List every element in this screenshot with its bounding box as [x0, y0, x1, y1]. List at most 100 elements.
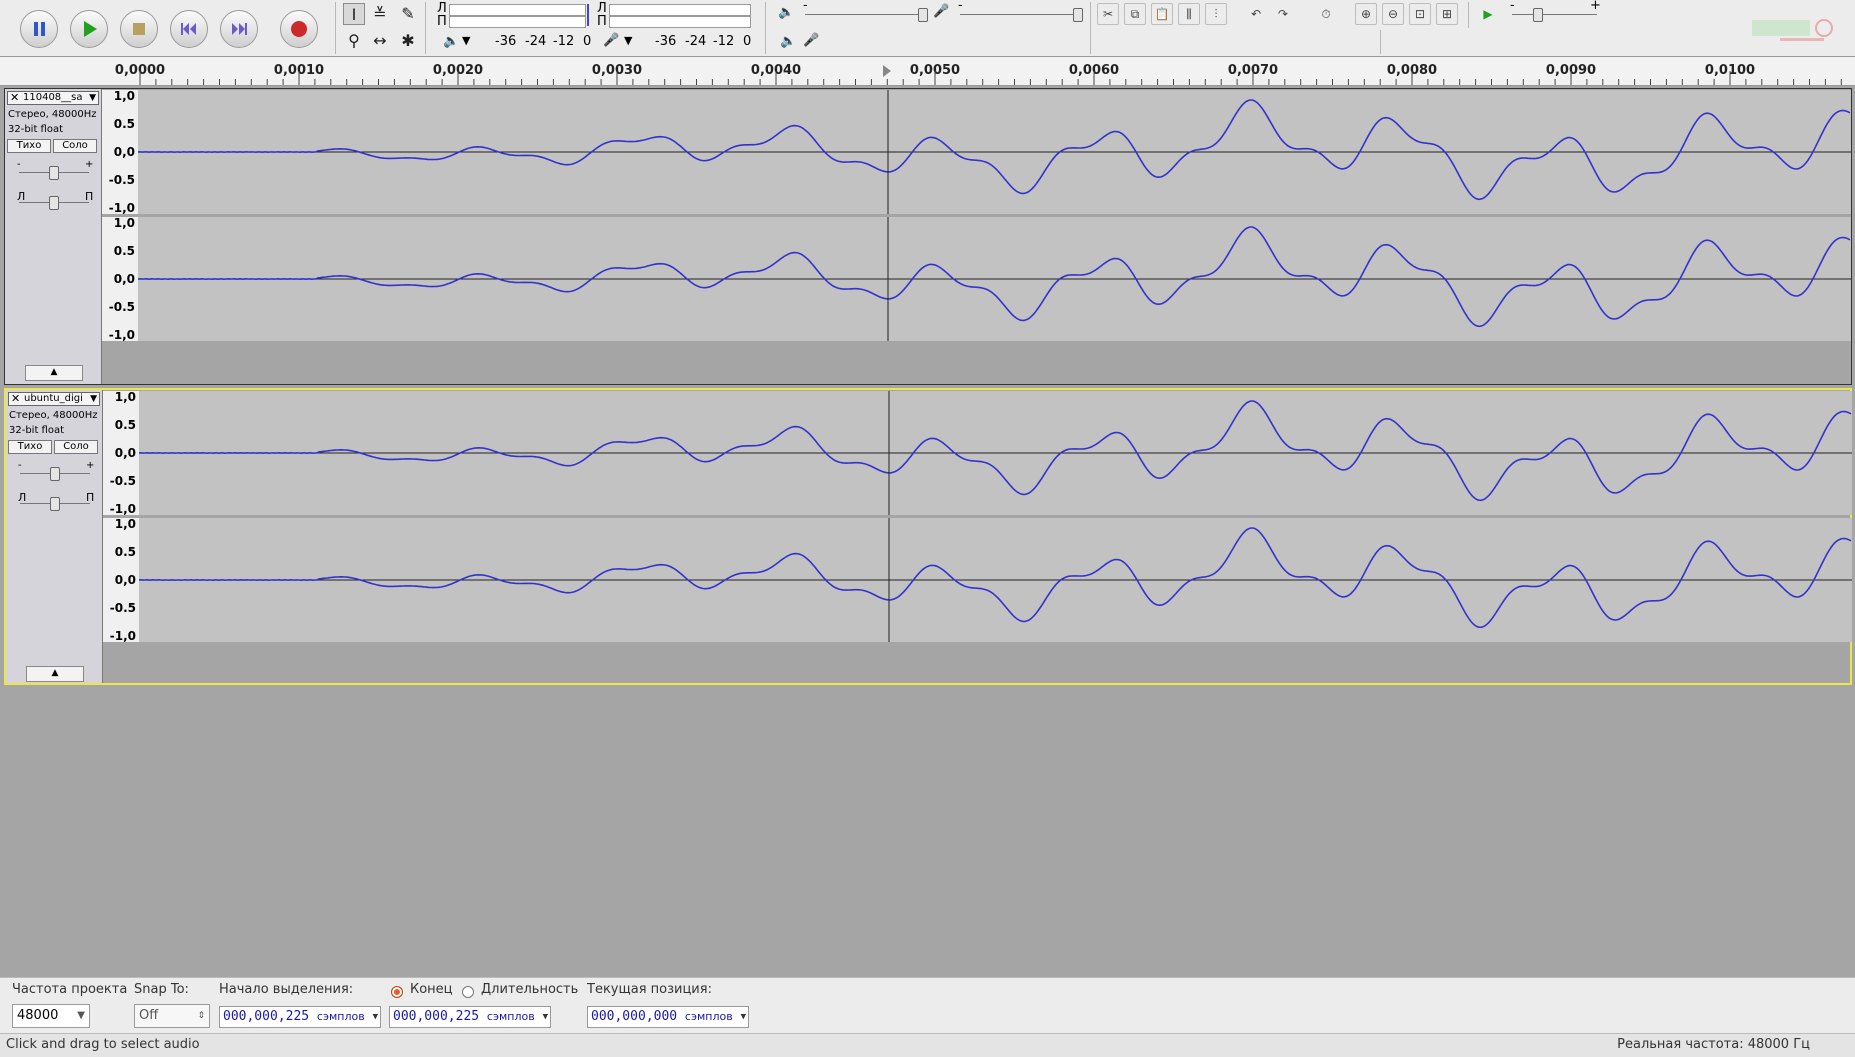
meter-bar-left	[449, 4, 586, 16]
zoom-in-button[interactable]: ⊕	[1355, 3, 1377, 25]
vertical-scale-label: -1,0	[108, 201, 135, 215]
logo-icon	[1752, 19, 1833, 41]
length-radio[interactable]	[462, 986, 474, 998]
pause-icon	[34, 22, 45, 36]
snap-to-label: Snap To:	[134, 982, 189, 997]
waveform-canvas[interactable]	[138, 217, 1851, 341]
vertical-scale[interactable]: 1,0 0.5 0,0 -0.5 -1,0	[103, 517, 139, 643]
track-name-menu[interactable]: ✕ ubuntu_digi ▼	[8, 392, 100, 406]
vertical-scale[interactable]: 1,0 0.5 0,0 -0.5 -1,0	[103, 390, 139, 516]
pan-slider[interactable]	[50, 497, 60, 511]
redo-button[interactable]: ↷	[1272, 3, 1294, 25]
stop-icon	[133, 23, 145, 35]
play-speed-slider[interactable]	[1533, 8, 1543, 22]
paste-icon: 📋	[1154, 7, 1170, 21]
meter-bar-left	[609, 4, 751, 16]
silence-button[interactable]: ⫶	[1205, 3, 1227, 25]
cut-button[interactable]: ✂	[1097, 3, 1119, 25]
close-icon[interactable]: ✕	[11, 393, 20, 405]
record-button[interactable]	[280, 10, 318, 48]
play-button[interactable]	[70, 10, 108, 48]
meter-tick: 0	[583, 34, 592, 49]
pause-button[interactable]	[20, 10, 58, 48]
selection-start-field[interactable]: 000,000,225 сэмплов ▼	[219, 1006, 381, 1028]
playback-meter[interactable]: Л П	[435, 1, 590, 29]
playback-volume-slider[interactable]	[918, 8, 928, 22]
chevron-down-icon[interactable]: ▼	[624, 34, 632, 47]
pan-slider[interactable]	[49, 196, 59, 210]
multi-tool[interactable]: ✱	[397, 30, 419, 52]
trim-button[interactable]: ⫼	[1178, 3, 1200, 25]
gain-slider[interactable]	[50, 467, 60, 481]
vertical-scale-label: 0,0	[113, 272, 135, 286]
close-icon[interactable]: ✕	[10, 92, 19, 104]
record-meter[interactable]: Л П	[595, 1, 755, 29]
track-name-menu[interactable]: ✕ 110408__sa ▼	[7, 91, 99, 105]
collapse-button[interactable]: ▲	[26, 666, 84, 682]
gain-slider[interactable]	[49, 166, 59, 180]
mute-button[interactable]: Тихо	[8, 440, 52, 454]
mute-button[interactable]: Тихо	[7, 139, 51, 153]
skip-end-button[interactable]	[220, 10, 258, 48]
meter-right-label: П	[437, 14, 447, 29]
waveform-canvas[interactable]	[139, 518, 1852, 642]
draw-tool[interactable]: ✎	[397, 3, 419, 25]
audio-track-selected[interactable]: ✕ ubuntu_digi ▼ Стерео, 48000Hz 32-bit f…	[4, 388, 1852, 685]
sync-lock-button[interactable]: ⏱	[1315, 3, 1337, 25]
track-format: Стерео, 48000Hz	[8, 109, 97, 120]
fit-project-button[interactable]: ⊞	[1436, 3, 1458, 25]
end-radio[interactable]	[391, 986, 403, 998]
track-name: ubuntu_digi	[24, 393, 83, 404]
track-format: Стерео, 48000Hz	[9, 410, 98, 421]
chevron-down-icon: ▼	[90, 394, 97, 404]
solo-button[interactable]: Соло	[54, 440, 98, 454]
zoom-tool[interactable]: ⚲	[343, 30, 365, 52]
solo-button[interactable]: Соло	[53, 139, 97, 153]
copy-button[interactable]: ⧉	[1124, 3, 1146, 25]
vertical-scale[interactable]: 1,0 0.5 0,0 -0.5 -1,0	[102, 216, 138, 342]
audio-track[interactable]: ✕ 110408__sa ▼ Стерео, 48000Hz 32-bit fl…	[4, 88, 1852, 385]
chevron-up-icon: ▲	[51, 668, 59, 678]
undo-icon: ↶	[1250, 7, 1262, 21]
selection-toolbar: Частота проекта 48000 ▼ Snap To: Off ⇕ Н…	[0, 977, 1855, 1034]
audio-position-field[interactable]: 000,000,000 сэмплов ▼	[587, 1006, 749, 1028]
snap-to-select[interactable]: Off ⇕	[134, 1004, 210, 1028]
meter-marker	[587, 4, 589, 26]
vertical-scale-label: -0.5	[108, 300, 135, 314]
track-bitdepth: 32-bit float	[9, 425, 65, 436]
zoom-in-icon: ⊕	[1360, 7, 1372, 21]
vertical-scale[interactable]: 1,0 0.5 0,0 -0.5 -1,0	[102, 89, 138, 215]
stop-button[interactable]	[120, 10, 158, 48]
fit-project-icon: ⊞	[1441, 7, 1453, 21]
fit-selection-button[interactable]: ⊡	[1409, 3, 1431, 25]
record-volume-slider[interactable]	[1073, 8, 1083, 22]
vertical-scale-label: -1,0	[109, 502, 136, 516]
waveform-canvas[interactable]	[139, 391, 1852, 515]
paste-button[interactable]: 📋	[1151, 3, 1173, 25]
envelope-tool[interactable]: ≚	[369, 3, 391, 25]
selection-tool[interactable]: I	[343, 3, 365, 25]
sync-lock-icon: ⏱	[1321, 7, 1331, 21]
selection-end-field[interactable]: 000,000,225 сэмплов ▼	[389, 1006, 551, 1028]
meter-tick: -24	[525, 34, 547, 49]
toolbar-separator	[1090, 2, 1091, 54]
speaker-icon: 🔈	[443, 34, 460, 49]
play-at-speed-icon: ▶	[1483, 7, 1493, 21]
play-head-marker[interactable]	[883, 65, 891, 77]
meter-bar-right	[449, 16, 586, 28]
waveform-canvas[interactable]	[138, 90, 1851, 214]
zoom-out-button[interactable]: ⊖	[1382, 3, 1404, 25]
play-at-speed-button[interactable]: ▶	[1477, 3, 1499, 25]
skip-start-button[interactable]	[170, 10, 208, 48]
chevron-down-icon[interactable]: ▼	[462, 34, 470, 47]
project-rate-select[interactable]: 48000 ▼	[12, 1004, 90, 1028]
chevron-down-icon: ▼	[372, 1012, 378, 1022]
toolbar-separator	[1468, 2, 1469, 28]
undo-button[interactable]: ↶	[1245, 3, 1267, 25]
timeshift-tool[interactable]: ↔	[369, 30, 391, 52]
chevron-down-icon: ▼	[89, 93, 96, 103]
gain-plus: +	[85, 159, 94, 170]
skip-end-icon	[232, 23, 247, 35]
timeline-ruler[interactable]: 0,0000 0,0010 0,0020 0,0030 0,0040 0,0050 0,00…	[0, 57, 1855, 86]
collapse-button[interactable]: ▲	[25, 365, 83, 381]
